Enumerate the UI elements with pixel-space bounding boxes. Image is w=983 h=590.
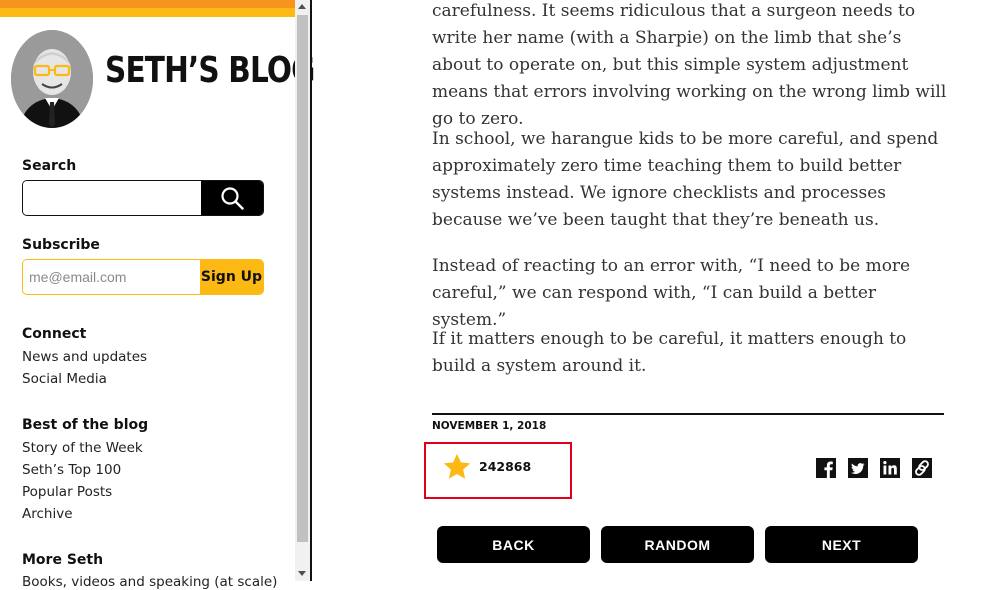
sidebar-link-news-and-updates[interactable]: News and updates: [22, 349, 147, 365]
connect-heading: Connect: [22, 326, 87, 342]
sidebar-link-books-videos[interactable]: Books, videos and speaking (at scale): [22, 574, 277, 590]
search-label: Search: [22, 158, 77, 174]
sidebar: SETH’S BLOG Search Subscribe Sign Up Con…: [0, 0, 315, 590]
best-of-blog-heading: Best of the blog: [22, 417, 149, 433]
subscribe-label: Subscribe: [22, 237, 100, 253]
back-button[interactable]: BACK: [437, 526, 590, 563]
article-paragraph: carefulness. It seems ridiculous that a …: [432, 1, 947, 129]
sidebar-link-social-media[interactable]: Social Media: [22, 371, 107, 387]
sidebar-divider: [310, 0, 312, 581]
next-button[interactable]: NEXT: [765, 526, 918, 563]
article-paragraph: If it matters enough to be careful, it m…: [432, 329, 907, 376]
article-footer-divider: [432, 413, 944, 415]
sidebar-link-popular-posts[interactable]: Popular Posts: [22, 484, 112, 500]
email-field[interactable]: [23, 260, 201, 293]
post-date[interactable]: NOVEMBER 1, 2018: [432, 420, 546, 432]
star-icon[interactable]: [442, 452, 472, 482]
linkedin-icon[interactable]: [880, 458, 900, 478]
top-stripe-orange: [0, 0, 295, 8]
random-button[interactable]: RANDOM: [601, 526, 754, 563]
more-seth-heading: More Seth: [22, 552, 104, 568]
search-input[interactable]: [23, 181, 201, 214]
article-paragraph: In school, we harangue kids to be more c…: [432, 129, 939, 230]
star-count: 242868: [479, 459, 532, 474]
link-icon[interactable]: [912, 458, 932, 478]
avatar[interactable]: [11, 30, 93, 128]
twitter-icon[interactable]: [848, 458, 868, 478]
facebook-icon[interactable]: [816, 458, 836, 478]
sidebar-link-story-of-the-week[interactable]: Story of the Week: [22, 440, 143, 456]
sidebar-scrollbar-thumb[interactable]: [297, 15, 308, 542]
blog-title[interactable]: SETH’S BLOG: [105, 50, 315, 91]
article-paragraph: Instead of reacting to an error with, “I…: [432, 256, 911, 330]
scroll-down-arrow-icon[interactable]: [298, 571, 306, 576]
sidebar-link-archive[interactable]: Archive: [22, 506, 73, 522]
search-button[interactable]: [201, 181, 263, 215]
top-stripe-yellow: [0, 8, 295, 17]
sign-up-button[interactable]: Sign Up: [200, 260, 263, 294]
search-form: [22, 180, 264, 216]
subscribe-form: Sign Up: [22, 259, 264, 295]
sidebar-link-top-100[interactable]: Seth’s Top 100: [22, 462, 121, 478]
search-icon: [221, 187, 244, 210]
scroll-up-arrow-icon[interactable]: [298, 4, 306, 9]
